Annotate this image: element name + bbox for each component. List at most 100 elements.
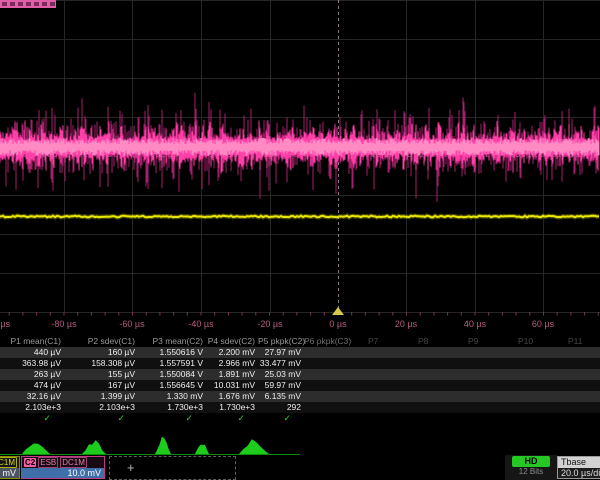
- c1-coupling-badge: DC1M: [0, 457, 17, 468]
- c2-coupling-badge: DC1M: [60, 457, 87, 468]
- timebase-descriptor[interactable]: Tbase 20.0 µs/div: [557, 456, 600, 479]
- measure-value: 1.556645 V: [138, 380, 206, 391]
- measure-value: [554, 347, 600, 358]
- c2-volts-per-div: 10.0 mV: [22, 468, 104, 478]
- timebase-value: 20.0 µs/div: [558, 468, 600, 478]
- hd-mode-indicator: HD 12 Bits: [505, 455, 557, 480]
- measure-value: 1.730e+3: [138, 402, 206, 413]
- measure-value: [354, 347, 404, 358]
- measure-value: [304, 369, 354, 380]
- measure-header-11[interactable]: P11: [554, 336, 600, 347]
- measure-value: 32.16 µV: [0, 391, 64, 402]
- measure-value: 263 µV: [0, 369, 64, 380]
- measure-value: [504, 358, 554, 369]
- measure-header-9[interactable]: P9: [454, 336, 504, 347]
- measure-value: [454, 380, 504, 391]
- measure-value: 2.103e+3: [64, 402, 138, 413]
- measure-value: 2.103e+3: [0, 402, 64, 413]
- add-new-trace-box[interactable]: +: [109, 456, 236, 480]
- measure-header-5[interactable]: P5 pkpk(C2): [258, 336, 304, 347]
- waveform-plot-area[interactable]: [0, 0, 600, 316]
- measure-value: [354, 391, 404, 402]
- measure-header-4[interactable]: P4 sdev(C2): [206, 336, 258, 347]
- oscilloscope-screen: -100 µs-80 µs-60 µs-40 µs-20 µs0 µs20 µs…: [0, 0, 600, 480]
- time-tick-label: 40 µs: [453, 319, 497, 329]
- hd-bits-label: 12 Bits: [505, 467, 557, 477]
- histicon-p3[interactable]: [155, 437, 171, 454]
- measure-value: 1.891 mV: [206, 369, 258, 380]
- channel-c2-descriptor[interactable]: C2 ESB DC1M 10.0 mV: [21, 456, 105, 479]
- measure-value: [554, 402, 600, 413]
- measure-value: [304, 358, 354, 369]
- measure-value: [404, 380, 454, 391]
- histicon-p4[interactable]: [195, 445, 209, 455]
- measure-value: 1.676 mV: [206, 391, 258, 402]
- measure-value: [304, 391, 354, 402]
- measure-header-10[interactable]: P10: [504, 336, 554, 347]
- measure-value: [404, 402, 454, 413]
- measure-value: [354, 358, 404, 369]
- measure-value: 160 µV: [64, 347, 138, 358]
- measure-value: [404, 369, 454, 380]
- measure-header-3[interactable]: P3 mean(C2): [138, 336, 206, 347]
- measure-header-8[interactable]: P8: [404, 336, 454, 347]
- measure-value: 440 µV: [0, 347, 64, 358]
- c1-volts-per-div: 10.0 mV: [0, 468, 19, 478]
- measure-value: [504, 369, 554, 380]
- measure-value: [504, 391, 554, 402]
- measure-status-icon: [304, 413, 354, 424]
- measure-value: 2.200 mV: [206, 347, 258, 358]
- time-tick-label: 60 µs: [521, 319, 565, 329]
- measure-value: 1.550616 V: [138, 347, 206, 358]
- time-tick-label: -60 µs: [110, 319, 154, 329]
- measure-value: 474 µV: [0, 380, 64, 391]
- measure-value: 1.399 µV: [64, 391, 138, 402]
- measure-status-icon: [504, 413, 554, 424]
- measure-value: [554, 391, 600, 402]
- histicon-p2[interactable]: [82, 440, 106, 454]
- measure-value: [354, 369, 404, 380]
- measure-value: 363.98 µV: [0, 358, 64, 369]
- measure-value: 33.477 mV: [258, 358, 304, 369]
- time-tick-label: 20 µs: [384, 319, 428, 329]
- measurement-histicons[interactable]: [0, 431, 600, 457]
- measure-value: [404, 347, 454, 358]
- channel-c1-descriptor[interactable]: C1 DC1M 10.0 mV: [0, 456, 20, 479]
- histicon-p5[interactable]: [239, 439, 269, 454]
- measure-value: 1.330 mV: [138, 391, 206, 402]
- measure-value: [304, 380, 354, 391]
- measure-status-icon: ✓: [64, 413, 138, 424]
- measure-status-icon: [554, 413, 600, 424]
- measure-value: [404, 358, 454, 369]
- histicon-p1[interactable]: [22, 443, 50, 454]
- measure-value: 1.557591 V: [138, 358, 206, 369]
- measure-status-icon: [354, 413, 404, 424]
- measure-status-icon: ✓: [138, 413, 206, 424]
- hd-badge: HD: [512, 456, 550, 467]
- measure-header-7[interactable]: P7: [354, 336, 404, 347]
- measure-value: [404, 391, 454, 402]
- measure-value: [354, 380, 404, 391]
- time-tick-label: -40 µs: [179, 319, 223, 329]
- measure-header-6[interactable]: P6 pkpk(C3): [304, 336, 354, 347]
- measure-header-2[interactable]: P2 sdev(C1): [64, 336, 138, 347]
- c2-esb-badge: ESB: [38, 457, 58, 468]
- trace-annotation-tag: [0, 0, 56, 8]
- measure-value: 155 µV: [64, 369, 138, 380]
- measure-value: [504, 380, 554, 391]
- measure-value: [554, 380, 600, 391]
- measure-status-icon: ✓: [206, 413, 258, 424]
- measure-value: [554, 369, 600, 380]
- measure-value: 1.730e+3: [206, 402, 258, 413]
- time-tick-label: -20 µs: [248, 319, 292, 329]
- time-tick-label: -80 µs: [42, 319, 86, 329]
- measure-value: 2.966 mV: [206, 358, 258, 369]
- measure-value: 27.97 mV: [258, 347, 304, 358]
- measure-value: 10.031 mV: [206, 380, 258, 391]
- measure-status-icon: [404, 413, 454, 424]
- measure-value: 292: [258, 402, 304, 413]
- measure-value: [454, 369, 504, 380]
- measure-value: [504, 402, 554, 413]
- measure-header-1[interactable]: P1 mean(C1): [0, 336, 64, 347]
- measure-value: [554, 358, 600, 369]
